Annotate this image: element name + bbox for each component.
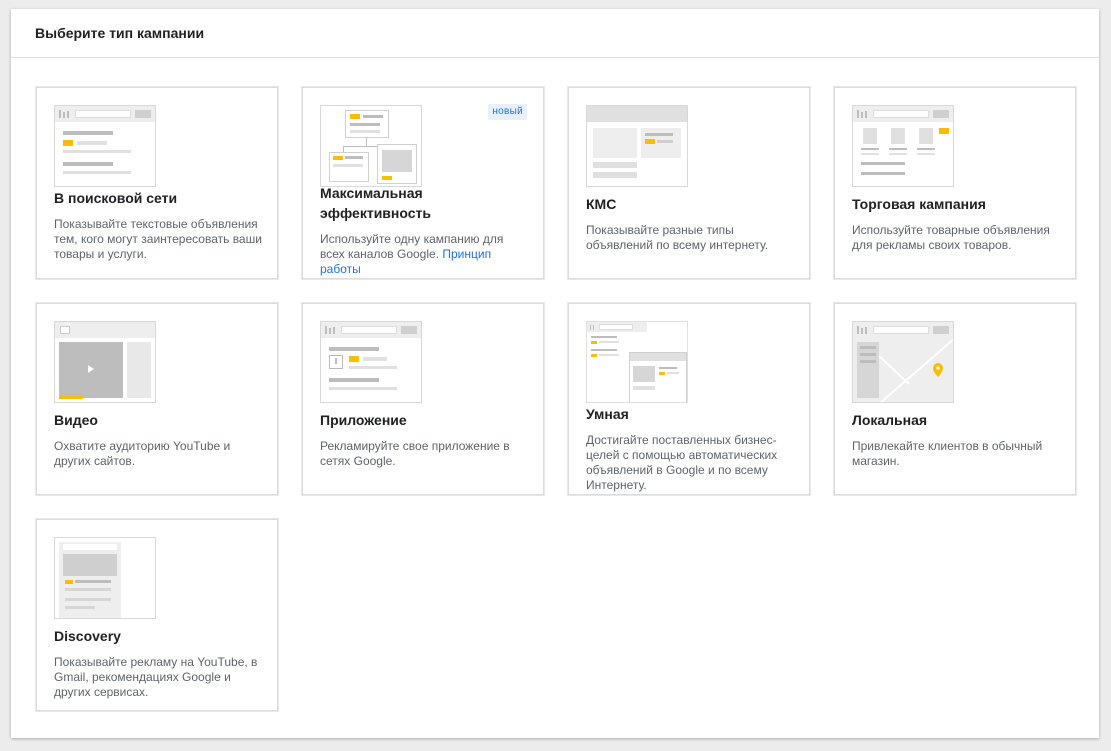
app-illustration-icon (320, 321, 422, 403)
campaign-card-video[interactable]: Видео Охватите аудиторию YouTube и други… (36, 303, 278, 495)
card-title: Торговая кампания (852, 196, 986, 212)
new-badge: новый (488, 104, 527, 120)
video-illustration-icon (54, 321, 156, 403)
search-illustration-icon (54, 105, 156, 187)
card-description: Используйте одну кампанию для всех канал… (320, 232, 530, 277)
campaign-card-shopping[interactable]: Торговая кампания Используйте товарные о… (834, 87, 1076, 279)
campaign-card-display[interactable]: КМС Показывайте разные типы объявлений п… (568, 87, 810, 279)
card-title: Максимальная эффективность (320, 185, 431, 221)
local-map-illustration-icon (852, 321, 954, 403)
card-title: Локальная (852, 412, 928, 428)
card-description: Показывайте рекламу на YouTube, в Gmail,… (54, 655, 258, 699)
discovery-illustration-icon (54, 537, 156, 619)
card-title: КМС (586, 196, 617, 212)
page-title: Выберите тип кампании (11, 9, 1099, 58)
campaign-card-app[interactable]: Приложение Рекламируйте свое приложение … (302, 303, 544, 495)
card-title: Приложение (320, 412, 407, 428)
card-description: Рекламируйте свое приложение в сетях Goo… (320, 439, 510, 468)
campaign-card-performance-max[interactable]: новый Максимальная эффективность Использ… (302, 87, 544, 279)
campaign-card-search[interactable]: В поисковой сети Показывайте текстовые о… (36, 87, 278, 279)
card-title: Discovery (54, 628, 121, 644)
card-description: Показывайте текстовые объявления тем, ко… (54, 217, 262, 261)
campaign-card-smart[interactable]: Умная Достигайте поставленных бизнес-цел… (568, 303, 810, 495)
display-illustration-icon (586, 105, 688, 187)
campaign-card-local[interactable]: Локальная Привлекайте клиентов в обычный… (834, 303, 1076, 495)
card-description: Показывайте разные типы объявлений по вс… (586, 223, 769, 252)
campaign-type-panel: Выберите тип кампании В поисковой сети П… (11, 9, 1099, 738)
smart-illustration-icon (586, 321, 688, 403)
card-description: Достигайте поставленных бизнес-целей с п… (586, 433, 778, 492)
card-title: В поисковой сети (54, 190, 178, 206)
card-description: Охватите аудиторию YouTube и других сайт… (54, 439, 231, 468)
card-description: Используйте товарные объявления для рекл… (852, 223, 1050, 252)
card-title: Умная (586, 406, 629, 422)
card-title: Видео (54, 412, 98, 428)
campaign-card-discovery[interactable]: Discovery Показывайте рекламу на YouTube… (36, 519, 278, 711)
shopping-illustration-icon (852, 105, 954, 187)
performance-max-illustration-icon (320, 105, 422, 187)
card-description: Привлекайте клиентов в обычный магазин. (852, 439, 1043, 468)
